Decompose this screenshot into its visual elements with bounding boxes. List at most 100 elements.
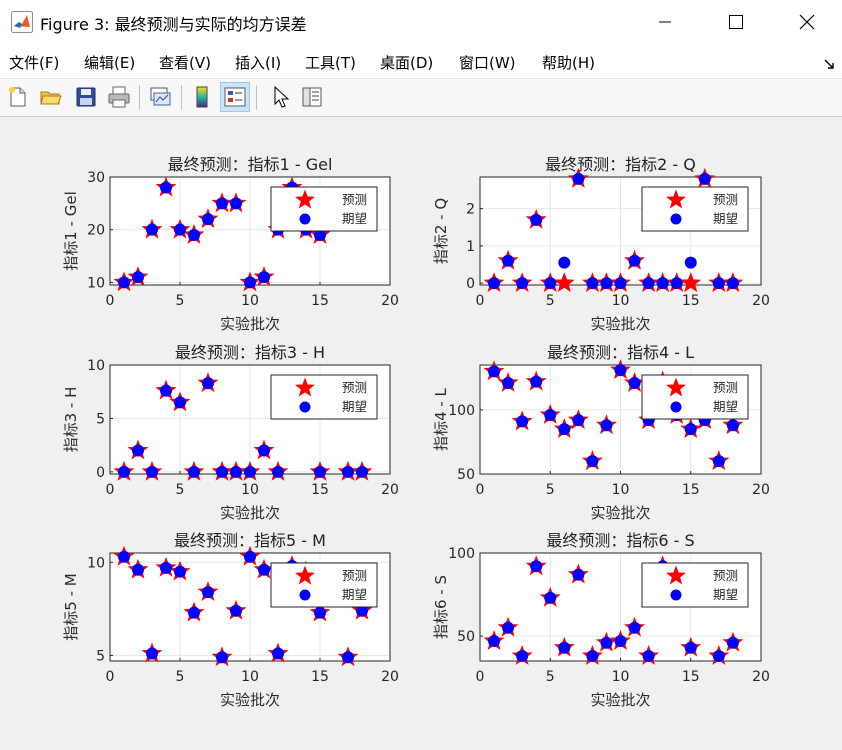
print-figure-button[interactable] [105, 83, 133, 111]
insert-legend-button[interactable] [220, 82, 250, 112]
x-tick-label: 5 [176, 293, 185, 309]
legend-dot-icon [670, 589, 682, 601]
dock-figure-icon[interactable] [822, 56, 836, 70]
figure-toolbar [0, 79, 842, 117]
expected-dot-point [244, 276, 256, 289]
legend-label-expected: 期望 [342, 211, 367, 226]
open-folder-icon [40, 91, 62, 105]
y-tick-label: 1 [466, 239, 475, 255]
toolbar-separator [256, 85, 257, 110]
legend-dot-icon [670, 213, 682, 225]
expected-dot-point [216, 651, 228, 664]
x-tick-label: 5 [546, 482, 555, 498]
expected-dot-point [258, 444, 270, 457]
y-tick-label: 100 [448, 403, 475, 419]
menu-bar: 文件(F) 编辑(E) 查看(V) 插入(I) 工具(T) 桌面(D) 窗口(W… [0, 44, 842, 79]
y-axis-label: 指标3 - H [62, 387, 80, 453]
menu-desktop[interactable]: 桌面(D) [380, 52, 433, 73]
expected-dot-point [342, 465, 354, 478]
y-tick-label: 50 [457, 467, 475, 483]
menu-edit[interactable]: 编辑(E) [84, 52, 135, 73]
x-axis-label: 实验批次 [590, 504, 650, 522]
figure-canvas: 0 5 10 15 20 10 20 30 预测 期望 最终预测：指标1 - Gel 实验批次 指标1 … [0, 117, 842, 750]
expected-dot-point [502, 621, 515, 634]
x-axis-label: 实验批次 [220, 691, 280, 709]
expected-dot-point [712, 650, 725, 663]
expected-dot-point [614, 364, 627, 377]
title-bar[interactable]: Figure 3: 最终预测与实际的均方误差 [0, 0, 842, 44]
expected-dot-point [544, 591, 557, 604]
legend-dot-icon [670, 401, 682, 413]
new-figure-button[interactable] [4, 83, 32, 111]
x-tick-label: 15 [682, 293, 700, 309]
expected-dot-point [160, 384, 172, 397]
x-axis-label: 实验批次 [590, 691, 650, 709]
expected-dot-point [258, 563, 270, 576]
save-figure-button[interactable] [72, 83, 100, 111]
x-tick-label: 10 [612, 293, 630, 309]
link-plot-button[interactable] [146, 83, 174, 111]
y-tick-label: 50 [457, 629, 475, 645]
expected-dot-point [572, 172, 585, 185]
expected-dot-point [202, 377, 214, 390]
open-file-button[interactable] [37, 83, 65, 111]
y-tick-label: 0 [466, 276, 475, 292]
expected-dot-point [118, 550, 130, 563]
expected-dot-point [488, 365, 501, 378]
y-tick-label: 10 [87, 275, 105, 291]
y-tick-label: 5 [96, 648, 105, 664]
legend-label-predicted: 预测 [342, 192, 367, 207]
expected-dot-point [202, 586, 214, 599]
axes-6: 0 5 10 15 20 50 100 预测期望 最终预测：指标6 - S 实验批次 指标6 - S [432, 531, 770, 709]
expected-dot-point [698, 172, 711, 185]
expected-dot-point [712, 277, 725, 290]
expected-dot-point [530, 560, 543, 573]
maximize-icon [729, 15, 743, 29]
expected-dot-point [132, 563, 144, 576]
menu-file[interactable]: 文件(F) [9, 52, 59, 73]
menu-tools[interactable]: 工具(T) [305, 52, 356, 73]
edit-plot-button[interactable] [267, 83, 295, 111]
menu-help[interactable]: 帮助(H) [542, 52, 595, 73]
expected-dot-point [642, 277, 655, 290]
close-icon [799, 14, 815, 30]
expected-dot-point [628, 621, 641, 634]
legend-label-expected: 期望 [342, 399, 367, 414]
minimize-button[interactable] [630, 0, 700, 44]
expected-dot-point [258, 271, 270, 284]
expected-dot-point [530, 375, 543, 388]
menu-insert[interactable]: 插入(I) [235, 52, 281, 73]
expected-dot-point [488, 635, 501, 648]
menu-view[interactable]: 查看(V) [159, 52, 211, 73]
expected-dot-point [600, 419, 613, 432]
new-file-icon [9, 87, 26, 107]
expected-dot-point [202, 213, 214, 226]
expected-dot-point [558, 256, 571, 269]
axes-title: 最终预测：指标6 - S [546, 531, 694, 550]
expected-dot-point [488, 277, 501, 290]
plot-area: 0 5 10 15 20102030预测期望最终预测：指标1 - Gel实验批次指标1 … [62, 155, 770, 709]
close-button[interactable] [772, 0, 842, 44]
y-axis-label: 指标4 - L [432, 387, 450, 450]
x-tick-label: 20 [752, 669, 770, 685]
axes-1: 0 5 10 15 20 10 20 30 预测期望 最终预测：指标1 - Gel 实验批次 指标1 … [62, 155, 399, 333]
expected-dot-point [502, 376, 515, 389]
x-tick-label: 10 [612, 482, 630, 498]
menu-window[interactable]: 窗口(W) [459, 52, 516, 73]
property-inspector-button[interactable] [298, 83, 326, 111]
x-tick-label: 5 [176, 482, 185, 498]
axes-title: 最终预测：指标2 - Q [545, 155, 696, 174]
expected-dot-point [502, 254, 515, 267]
link-plot-icon [150, 87, 171, 106]
expected-dot-point [174, 565, 186, 578]
expected-dot-point [342, 651, 354, 664]
expected-dot-point [230, 604, 242, 617]
expected-dot-point [544, 277, 557, 290]
axes-title: 最终预测：指标5 - M [174, 531, 326, 550]
axes-title: 最终预测：指标3 - H [175, 343, 325, 362]
x-tick-label: 15 [311, 293, 329, 309]
expected-dot-point [628, 376, 641, 389]
insert-colorbar-button[interactable] [188, 83, 216, 111]
maximize-button[interactable] [700, 0, 770, 44]
x-axis-label: 实验批次 [590, 315, 650, 333]
